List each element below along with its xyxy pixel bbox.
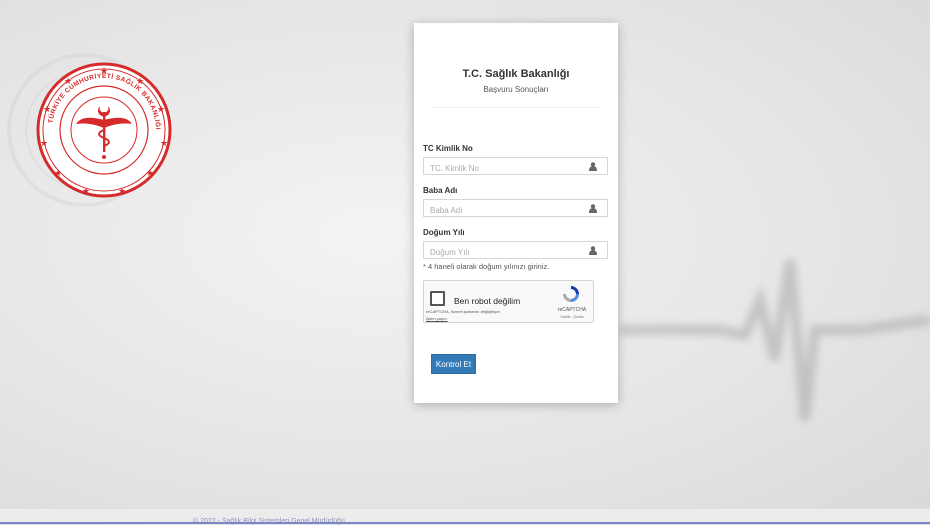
birth-input[interactable] [430, 244, 580, 261]
svg-text:★: ★ [54, 169, 62, 179]
birth-field [423, 241, 608, 261]
recaptcha-terms[interactable]: Gizlilik - Şartlar [552, 315, 592, 319]
footer-bar: © 2022 - Sağlık Bilgi Sistemleri Genel M… [0, 508, 930, 525]
page-title: T.C. Sağlık Bakanlığı [462, 68, 570, 80]
recaptcha-widget: Ben robot değilim reCAPTCHA, hizmet şart… [423, 280, 594, 323]
ministry-of-health-seal-icon: ★ ★ ★ ★ ★ ★ ★ ★ ★ ★ ★ TÜRKİYE CUMHURİYET… [36, 62, 172, 198]
page-subtitle: Başvuru Sonuçları [483, 85, 549, 94]
father-input[interactable] [430, 202, 580, 219]
svg-text:★: ★ [146, 169, 154, 179]
tc-field [423, 157, 608, 177]
svg-text:★: ★ [40, 139, 48, 149]
user-icon [589, 204, 597, 213]
father-label: Baba Adı [423, 186, 458, 195]
user-icon [589, 246, 597, 255]
svg-text:★: ★ [82, 187, 90, 197]
recaptcha-label: Ben robot değilim [454, 296, 521, 306]
tc-input[interactable] [430, 160, 580, 177]
recaptcha-brand: reCAPTCHA [557, 307, 587, 313]
header-divider [434, 107, 598, 108]
recaptcha-checkbox[interactable] [430, 291, 445, 306]
recaptcha-logo-icon [563, 286, 579, 302]
father-field [423, 199, 608, 219]
birth-hint: * 4 haneli olarak doğum yılınızı giriniz… [423, 262, 550, 271]
svg-text:★: ★ [160, 139, 168, 149]
recaptcha-notice: reCAPTCHA, hizmet şartlarını değiştiriyo… [426, 309, 501, 314]
svg-text:★: ★ [118, 187, 126, 197]
check-button[interactable]: Kontrol Et [431, 354, 476, 374]
login-card: T.C. Sağlık Bakanlığı Başvuru Sonuçları … [414, 23, 618, 403]
user-icon [589, 162, 597, 171]
recaptcha-link[interactable]: İşlem yapın. [426, 316, 448, 321]
birth-label: Doğum Yılı [423, 228, 465, 237]
footer-strip [0, 522, 930, 524]
tc-label: TC Kimlik No [423, 144, 473, 153]
